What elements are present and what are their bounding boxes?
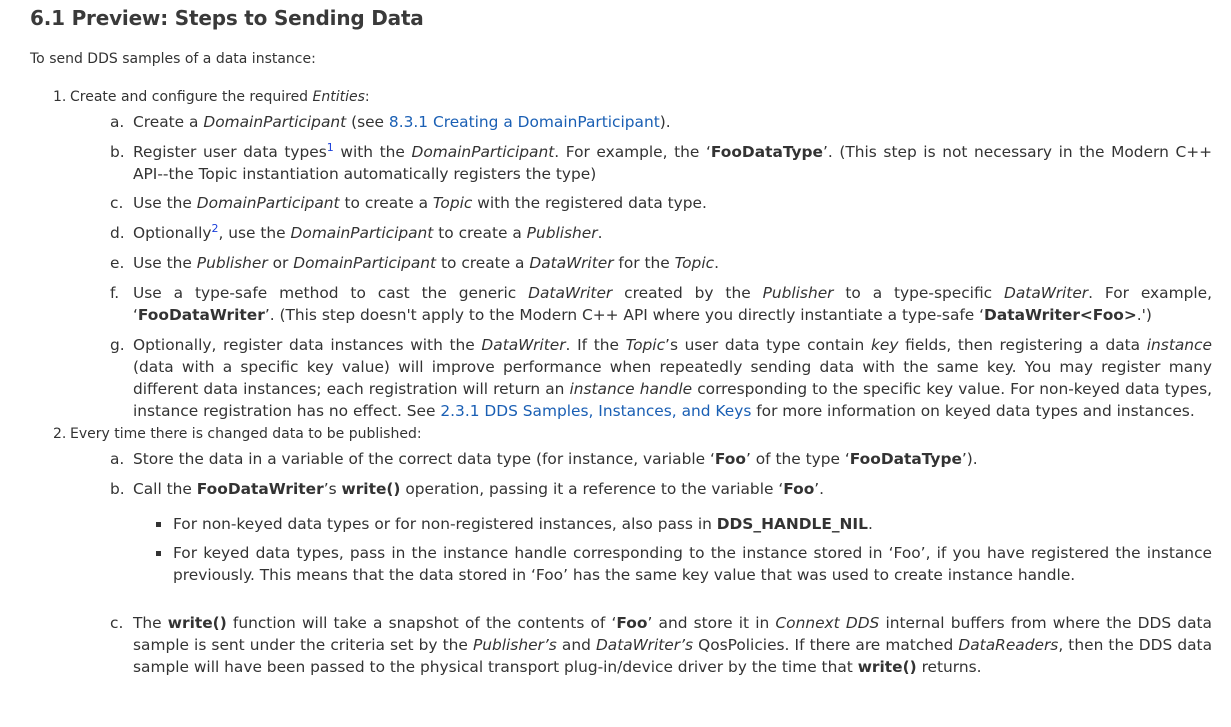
step-1-entities: Entities bbox=[312, 89, 365, 105]
step-2: 2. Every time there is changed data to be… bbox=[53, 426, 1212, 678]
intro-text: To send DDS samples of a data instance: bbox=[30, 51, 316, 67]
bullet-item: For keyed data types, pass in the instan… bbox=[156, 542, 1212, 586]
substep-1g: g. Optionally, register data instances w… bbox=[110, 336, 1212, 420]
footnote-1-link[interactable]: 1 bbox=[327, 141, 334, 154]
step-1-number: 1. bbox=[53, 89, 67, 105]
step-1-substeps: a. Create a DomainParticipant (see 8.3.1… bbox=[53, 111, 1212, 422]
substep-1f: f. Use a type-safe method to cast the ge… bbox=[110, 284, 1212, 324]
substep-1c: c. Use the DomainParticipant to create a… bbox=[110, 194, 707, 212]
substep-1e: e. Use the Publisher or DomainParticipan… bbox=[110, 254, 719, 272]
steps-list: 1. Create and configure the required Enti… bbox=[53, 89, 1212, 678]
substep-1b: b. Register user data types1 with the Do… bbox=[110, 141, 1212, 183]
section-heading: 6.1 Preview: Steps to Sending Data bbox=[30, 6, 424, 30]
bullet-square-icon bbox=[156, 522, 161, 527]
step-1: 1. Create and configure the required Enti… bbox=[53, 89, 1212, 422]
step-2-number: 2. bbox=[53, 426, 67, 442]
substep-1d: d. Optionally2, use the DomainParticipan… bbox=[110, 222, 603, 242]
write-bullets: For non-keyed data types or for non-regi… bbox=[133, 513, 1212, 586]
step-2-text: Every time there is changed data to be p… bbox=[70, 426, 422, 442]
bullet-item: For non-keyed data types or for non-regi… bbox=[156, 513, 1212, 535]
substep-2a: a. Store the data in a variable of the c… bbox=[110, 450, 978, 468]
document-page: 6.1 Preview: Steps to Sending Data To se… bbox=[0, 0, 1231, 727]
substep-2c: c. The write() function will take a snap… bbox=[110, 614, 1212, 676]
substep-1a: a. Create a DomainParticipant (see 8.3.1… bbox=[110, 113, 671, 131]
step-1-text-pre: Create and configure the required bbox=[70, 89, 313, 105]
link-creating-domainparticipant[interactable]: 8.3.1 Creating a DomainParticipant bbox=[389, 113, 660, 131]
bullet-square-icon bbox=[156, 551, 161, 556]
link-dds-samples-instances-keys[interactable]: 2.3.1 DDS Samples, Instances, and Keys bbox=[440, 402, 751, 420]
step-2-substeps: a. Store the data in a variable of the c… bbox=[53, 448, 1212, 678]
substep-2b: b. Call the FooDataWriter’s write() oper… bbox=[110, 480, 1212, 586]
